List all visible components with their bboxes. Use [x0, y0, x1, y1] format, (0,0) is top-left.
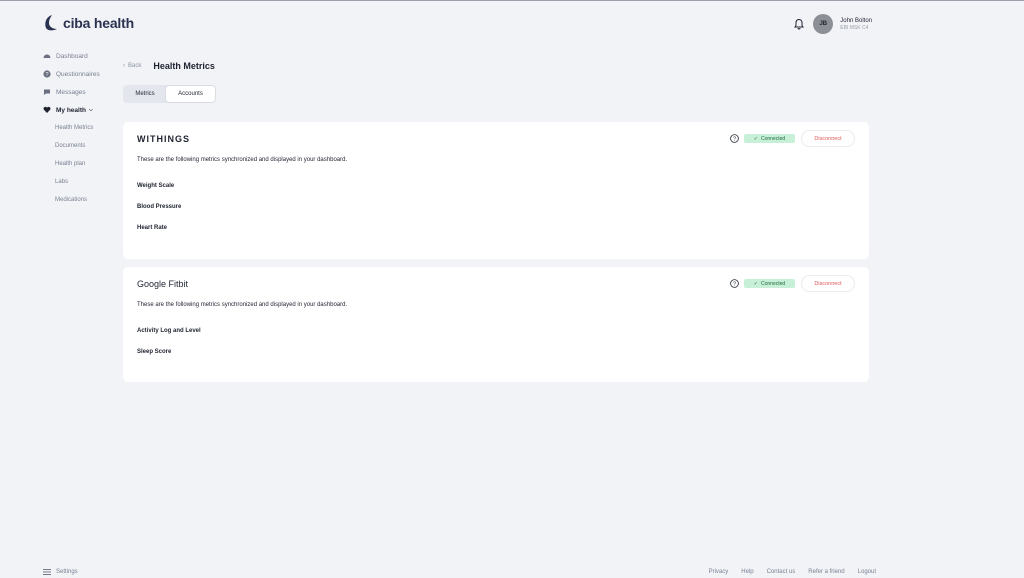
- status-badge: ✓ Connected: [744, 279, 795, 288]
- card-description: These are the following metrics synchron…: [137, 157, 348, 163]
- ciba-health-logo[interactable]: ciba health: [43, 14, 134, 32]
- user-subtitle: EBI MSK C4: [840, 24, 869, 31]
- question-icon: ?: [43, 70, 51, 78]
- metric-item: Sleep Score: [137, 349, 172, 355]
- sidebar-item-label: My health: [56, 106, 86, 114]
- sidebar: Dashboard ? Questionnaires Messages My h…: [43, 47, 118, 209]
- settings-link[interactable]: Settings: [43, 569, 78, 575]
- avatar[interactable]: JB: [813, 14, 834, 34]
- metric-item: Blood Pressure: [137, 204, 182, 210]
- heart-icon: [43, 106, 51, 113]
- sidebar-subitem-documents[interactable]: Documents: [43, 137, 118, 155]
- page-title: Health Metrics: [153, 61, 215, 71]
- check-icon: ✓: [753, 135, 758, 142]
- metric-item: Weight Scale: [137, 183, 175, 189]
- svg-text:?: ?: [45, 72, 48, 78]
- card-description: These are the following metrics synchron…: [137, 302, 348, 308]
- contact-us-link[interactable]: Contact us: [767, 569, 796, 575]
- sidebar-subitem-medications[interactable]: Medications: [43, 191, 118, 209]
- card-title: Google Fitbit: [137, 279, 189, 289]
- help-icon[interactable]: ?: [730, 134, 739, 143]
- back-link[interactable]: ‹ Back: [123, 63, 141, 69]
- chat-icon: [44, 89, 50, 95]
- svg-text:?: ?: [733, 136, 736, 142]
- sidebar-subitem-labs[interactable]: Labs: [43, 173, 118, 191]
- help-icon[interactable]: ?: [730, 279, 739, 288]
- settings-label: Settings: [56, 569, 78, 575]
- ciba-logo-icon: [45, 15, 57, 31]
- disconnect-button[interactable]: Disconnect: [801, 130, 855, 147]
- withings-card: WITHINGS ? ✓ Connected Disconnect These …: [123, 122, 869, 259]
- privacy-link[interactable]: Privacy: [709, 569, 729, 575]
- metric-item: Heart Rate: [137, 225, 168, 231]
- sidebar-item-dashboard[interactable]: Dashboard: [43, 47, 118, 65]
- bell-icon[interactable]: [793, 18, 805, 30]
- chevron-left-icon: ‹: [123, 63, 125, 69]
- footer-links: Privacy Help Contact us Refer a friend L…: [709, 569, 876, 575]
- tab-group: Metrics Accounts: [123, 85, 216, 103]
- help-link[interactable]: Help: [741, 569, 753, 575]
- back-label: Back: [128, 63, 142, 69]
- brand-name: ciba health: [63, 15, 134, 31]
- status-label: Connected: [761, 135, 786, 142]
- user-info[interactable]: John Bolton EBI MSK C4: [840, 17, 872, 32]
- card-title: WITHINGS: [137, 134, 190, 144]
- status-badge: ✓ Connected: [744, 134, 795, 143]
- dashboard-icon: [43, 54, 51, 58]
- breadcrumb: ‹ Back Health Metrics: [123, 61, 215, 71]
- user-area: JB John Bolton EBI MSK C4: [793, 14, 872, 34]
- status-label: Connected: [761, 280, 786, 287]
- sidebar-subitem-health-plan[interactable]: Health plan: [43, 155, 118, 173]
- sidebar-item-questionnaires[interactable]: ? Questionnaires: [43, 65, 118, 83]
- chevron-down-icon: ⌵: [88, 107, 93, 113]
- check-icon: ✓: [753, 280, 758, 287]
- tab-metrics[interactable]: Metrics: [124, 86, 166, 102]
- sidebar-item-label: Messages: [56, 88, 86, 96]
- metric-item: Activity Log and Level: [137, 328, 201, 334]
- sidebar-item-label: Dashboard: [56, 52, 88, 60]
- tab-accounts[interactable]: Accounts: [166, 86, 215, 102]
- svg-text:?: ?: [733, 281, 736, 287]
- user-name: John Bolton: [840, 17, 872, 24]
- sidebar-item-my-health[interactable]: My health ⌵: [43, 101, 118, 119]
- refer-a-friend-link[interactable]: Refer a friend: [808, 569, 844, 575]
- sidebar-item-messages[interactable]: Messages: [43, 83, 118, 101]
- sidebar-item-label: Questionnaires: [56, 70, 100, 78]
- google-fitbit-card: Google Fitbit ? ✓ Connected Disconnect T…: [123, 267, 869, 382]
- sidebar-subitem-health-metrics[interactable]: Health Metrics: [43, 119, 118, 137]
- disconnect-button[interactable]: Disconnect: [801, 275, 855, 292]
- settings-icon: [43, 569, 51, 575]
- logout-link[interactable]: Logout: [858, 569, 876, 575]
